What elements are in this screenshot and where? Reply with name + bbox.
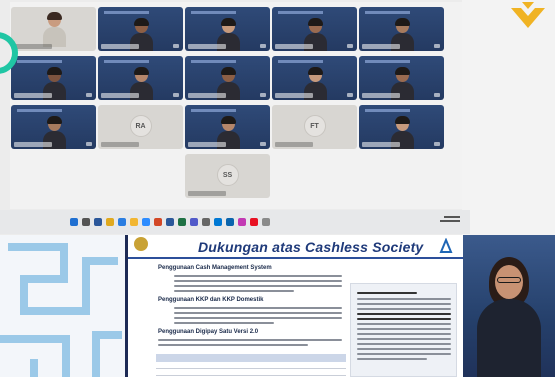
mail-icon[interactable] [226,218,234,226]
excel-icon[interactable] [178,218,186,226]
section-heading: Penggunaan Digipay Satu Versi 2.0 [158,329,259,335]
participant-tile[interactable] [185,56,270,100]
camera-icon [260,93,266,97]
camera-icon [260,142,266,146]
participant-tile[interactable] [98,56,183,100]
task-view-icon[interactable] [94,218,102,226]
table-header [156,354,346,362]
store-icon[interactable] [214,218,222,226]
ministry-logo-icon [134,237,148,251]
section-heading: Penggunaan KKP dan KKP Domestik [158,297,264,303]
windows-icon[interactable] [70,218,78,226]
slide-title: Dukungan atas Cashless Society [198,239,424,255]
side-panel [462,0,555,235]
camera-icon [434,93,440,97]
note-box [350,283,457,377]
camera-icon [434,142,440,146]
search-icon[interactable] [82,218,90,226]
participant-tile[interactable] [185,105,270,149]
participant-tile[interactable] [11,105,96,149]
chrome-icon[interactable] [106,218,114,226]
camera-icon [86,93,92,97]
kppn-logo-icon [439,238,453,253]
camera-icon [347,44,353,48]
presentation-screen: Dukungan atas Cashless Society Penggunaa… [0,235,555,377]
camera-icon [260,44,266,48]
participant-tile[interactable] [359,56,444,100]
camera-icon [434,44,440,48]
presenter-video [463,235,555,377]
media-icon[interactable] [250,218,258,226]
logo-icon [511,2,545,28]
video-grid: RA FT SS [10,2,462,209]
section-heading: Penggunaan Cash Management System [158,265,272,271]
participant-tile[interactable] [359,7,444,51]
table-row [156,362,346,369]
participant-tile[interactable] [272,56,357,100]
participant-tile[interactable]: FT [272,105,357,149]
participant-tile[interactable] [11,56,96,100]
teams-icon[interactable] [190,218,198,226]
zoom-icon[interactable] [142,218,150,226]
folder-icon[interactable] [130,218,138,226]
title-underline [128,257,463,259]
participant-tile[interactable] [98,7,183,51]
table-row [156,369,346,376]
participant-tile[interactable]: SS [185,154,270,198]
initials-avatar: RA [129,115,152,137]
glasses-icon [497,277,521,283]
camera-icon [173,44,179,48]
slide: Dukungan atas Cashless Society Penggunaa… [128,235,463,377]
photos-icon[interactable] [238,218,246,226]
photo-of-screens: RA FT SS Dukungan atas Cashless Society … [0,0,555,377]
participant-tile[interactable]: RA [98,105,183,149]
camera-icon [173,93,179,97]
participant-tile[interactable] [359,105,444,149]
initials-avatar: SS [216,164,239,186]
notes-icon[interactable] [262,218,270,226]
initials-avatar: FT [303,115,326,137]
taskbar-icons [70,218,270,226]
settings-icon[interactable] [202,218,210,226]
meeting-screen: RA FT SS [0,0,555,235]
camera-icon [86,142,92,146]
camera-icon [347,93,353,97]
participant-tile[interactable] [11,7,96,51]
participant-tile[interactable] [185,7,270,51]
participant-tile[interactable] [272,7,357,51]
taskbar [0,210,470,234]
system-clock [440,214,460,222]
background-pattern [0,235,125,377]
edge-icon[interactable] [118,218,126,226]
powerpoint-icon[interactable] [154,218,162,226]
word-icon[interactable] [166,218,174,226]
